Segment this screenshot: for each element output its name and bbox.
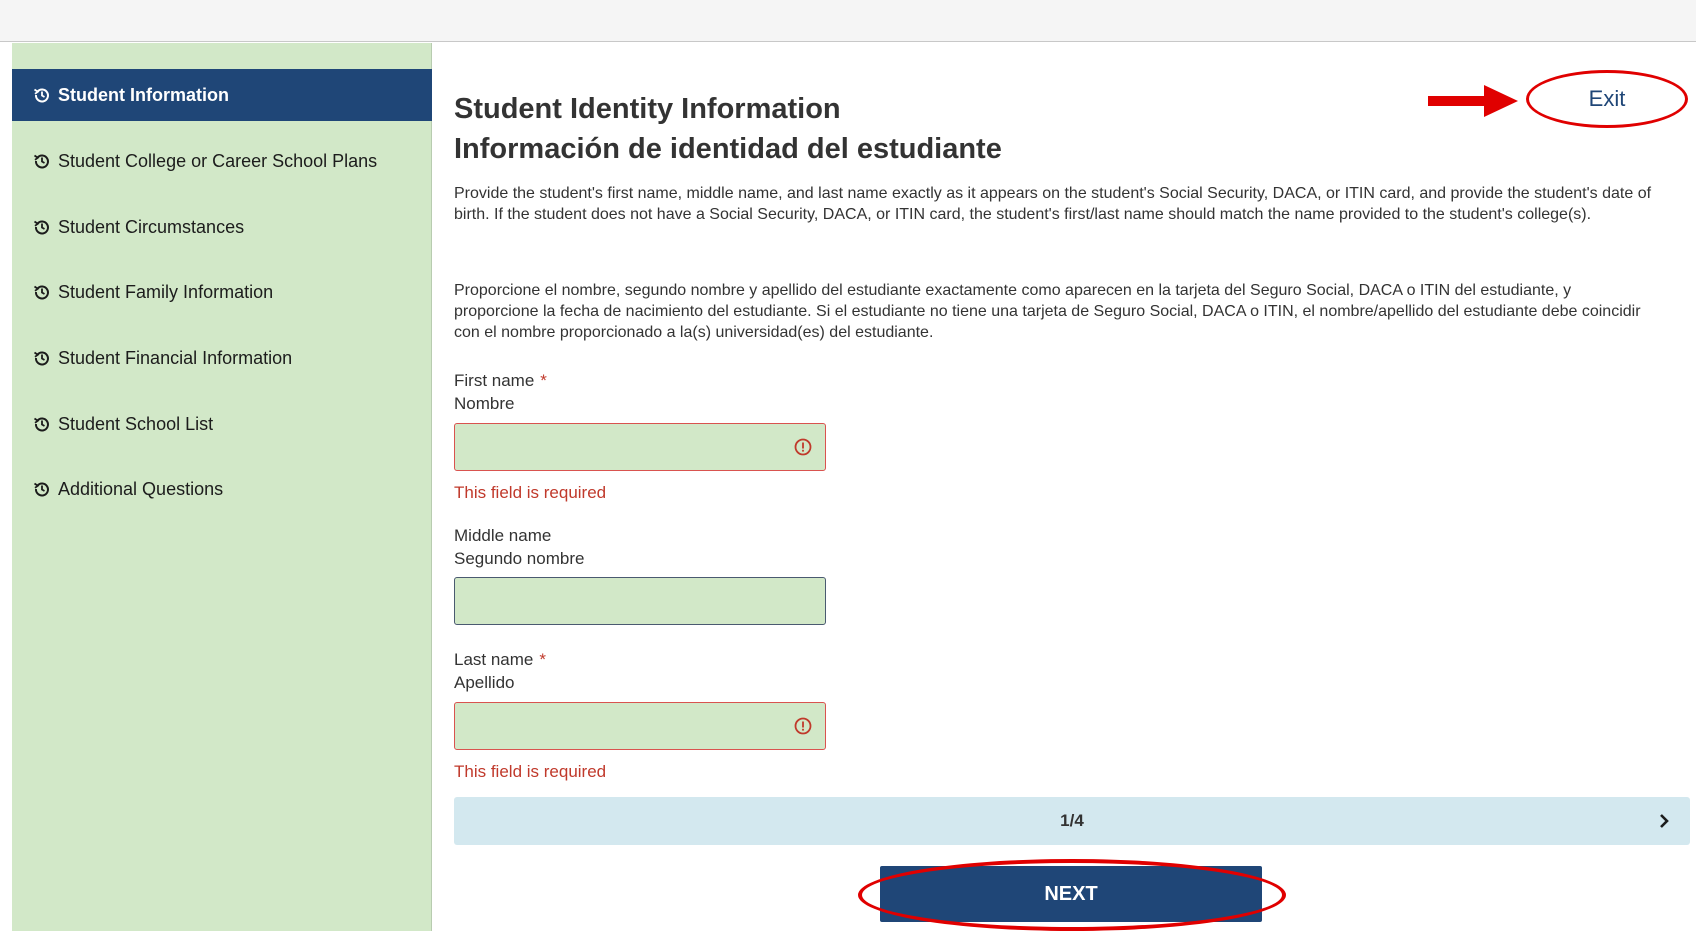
history-icon — [32, 282, 52, 302]
history-icon — [32, 348, 52, 368]
sidebar-item-school-list[interactable]: Student School List — [12, 398, 432, 450]
last-name-label-es: Apellido — [454, 673, 515, 692]
instructions-english: Provide the student's first name, middle… — [454, 185, 1652, 223]
page-title: Student Identity Information — [454, 93, 841, 125]
exit-link[interactable]: Exit — [1526, 70, 1688, 128]
sidebar-item-financial-information[interactable]: Student Financial Information — [12, 332, 432, 384]
instructions-spanish: Proporcione el nombre, segundo nombre y … — [454, 282, 1641, 341]
history-icon — [32, 414, 52, 434]
last-name-field — [454, 702, 826, 750]
required-asterisk: * — [539, 650, 547, 669]
history-icon — [32, 151, 52, 171]
sidebar-item-label: Student College or Career School Plans — [58, 150, 378, 171]
sidebar-nav: Student Information Student College or C… — [12, 43, 432, 931]
sidebar-item-label: Student Family Information — [58, 281, 274, 302]
first-name-error: This field is required — [454, 483, 607, 502]
sidebar-item-label: Additional Questions — [58, 478, 224, 499]
first-name-label-en: First name — [454, 371, 535, 390]
sidebar-item-label: Student Circumstances — [58, 216, 245, 237]
sidebar-item-circumstances[interactable]: Student Circumstances — [12, 201, 432, 253]
first-name-label-es: Nombre — [454, 394, 515, 413]
history-icon — [32, 85, 52, 105]
middle-name-label-es: Segundo nombre — [454, 549, 585, 568]
first-name-field — [454, 423, 826, 471]
middle-name-field — [454, 577, 826, 625]
middle-name-label-en: Middle name — [454, 526, 552, 545]
chevron-right-icon[interactable] — [1652, 809, 1676, 833]
sidebar-item-family-information[interactable]: Student Family Information — [12, 266, 432, 318]
first-name-label: First name * Nombre — [454, 369, 547, 415]
last-name-label: Last name * Apellido — [454, 648, 546, 694]
page-indicator: 1/4 — [1060, 811, 1084, 830]
error-icon — [793, 437, 813, 457]
history-icon — [32, 479, 52, 499]
last-name-error: This field is required — [454, 762, 607, 781]
annotation-arrow-icon — [1428, 85, 1518, 117]
next-button[interactable]: NEXT — [880, 866, 1262, 922]
middle-name-label: Middle name Segundo nombre — [454, 524, 584, 570]
top-bar — [0, 0, 1696, 42]
sidebar-item-additional-questions[interactable]: Additional Questions — [12, 463, 432, 515]
first-name-input[interactable] — [455, 424, 825, 470]
last-name-label-en: Last name — [454, 650, 534, 669]
sidebar-item-college-plans[interactable]: Student College or Career School Plans — [12, 135, 432, 187]
history-icon — [32, 217, 52, 237]
page-indicator-bar: 1/4 — [454, 797, 1690, 845]
sidebar-item-student-information[interactable]: Student Information — [12, 69, 432, 121]
error-icon — [793, 716, 813, 736]
middle-name-input[interactable] — [455, 578, 825, 624]
sidebar-item-label: Student School List — [58, 413, 214, 434]
main-content: Student Identity Information Información… — [454, 43, 1696, 931]
last-name-input[interactable] — [455, 703, 825, 749]
required-asterisk: * — [540, 371, 547, 390]
sidebar-item-label: Student Information — [58, 84, 229, 105]
page-title-spanish: Información de identidad del estudiante — [454, 133, 1002, 165]
sidebar-item-label: Student Financial Information — [58, 347, 293, 368]
